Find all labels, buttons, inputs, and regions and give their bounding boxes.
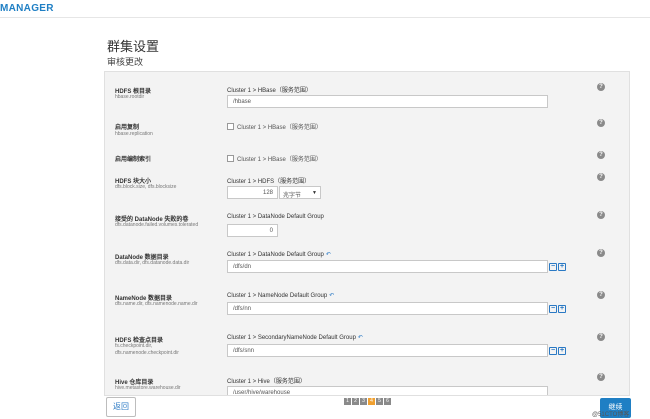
setting-row-blocksize: HDFS 块大小 dfs.block.size, dfs.blocksize C… (105, 170, 629, 206)
step-4[interactable]: 4 (368, 398, 375, 405)
help-icon[interactable]: ? (597, 333, 605, 341)
remove-icon[interactable]: − (549, 347, 557, 355)
setting-row-failed-volumes: 接受的 DataNode 失败的卷 dfs.datanode.failed.vo… (105, 208, 629, 244)
brand-logo[interactable]: MANAGER (0, 3, 54, 14)
top-bar: MANAGER (0, 0, 650, 18)
checkpoint-dir-input[interactable]: /dfs/snn (227, 344, 548, 357)
step-5[interactable]: 5 (376, 398, 383, 405)
datanode-dir-input[interactable]: /dfs/dn (227, 260, 548, 273)
setting-label: 启用复制 (115, 125, 140, 131)
setting-row-indexing: 启用编制索引 Cluster 1 > HBase（服务范围） ? (105, 148, 629, 168)
namenode-dir-input[interactable]: /dfs/nn (227, 302, 548, 315)
step-3[interactable]: 3 (360, 398, 367, 405)
undo-icon[interactable]: ↶ (358, 335, 363, 341)
back-button[interactable]: 返回 (106, 397, 136, 417)
setting-row-namenode-dir: NameNode 数据目录 dfs.name.dir, dfs.namenode… (105, 288, 629, 330)
dir-controls: − + (549, 263, 566, 272)
setting-row-hive-warehouse: Hive 仓库目录 hive.metastore.warehouse.dir C… (105, 372, 629, 395)
chevron-down-icon: ▼ (312, 190, 317, 196)
setting-scope: Cluster 1 > DataNode Default Group (227, 214, 324, 220)
help-icon[interactable]: ? (597, 119, 605, 127)
setting-scope: Cluster 1 > NameNode Default Group ↶ (227, 293, 335, 299)
blocksize-unit-select[interactable]: 兆字节 ▼ (279, 186, 321, 199)
help-icon[interactable]: ? (597, 373, 605, 381)
blocksize-input[interactable]: 128 (227, 186, 278, 199)
setting-scope: Cluster 1 > DataNode Default Group ↶ (227, 252, 331, 258)
step-pager: 1 2 3 4 5 6 (344, 398, 391, 405)
setting-key: dfs.block.size, dfs.blocksize (115, 184, 177, 190)
help-icon[interactable]: ? (597, 151, 605, 159)
setting-key-2: dfs.namenode.checkpoint.dir (115, 350, 179, 356)
help-icon[interactable]: ? (597, 291, 605, 299)
add-icon[interactable]: + (558, 263, 566, 271)
help-icon[interactable]: ? (597, 173, 605, 181)
unit-value: 兆字节 (283, 193, 302, 199)
setting-scope: Cluster 1 > HDFS（服务范围） (227, 179, 311, 185)
watermark: @51CTO博客 (592, 412, 630, 418)
setting-label: 启用编制索引 (115, 157, 152, 163)
setting-key: dfs.name.dir, dfs.namenode.name.dir (115, 301, 198, 307)
settings-panel: HDFS 根目录 hbase.rootdir Cluster 1 > HBase… (104, 71, 630, 396)
hive-warehouse-input[interactable]: /user/hive/warehouse (227, 386, 548, 395)
step-2[interactable]: 2 (352, 398, 359, 405)
page-subtitle: 审核更改 (107, 57, 144, 67)
dir-controls: − + (549, 347, 566, 356)
help-icon[interactable]: ? (597, 249, 605, 257)
setting-scope: Cluster 1 > HBase（服务范围） (237, 125, 322, 131)
setting-key: fs.checkpoint.dir, (115, 343, 153, 349)
undo-icon[interactable]: ↶ (326, 252, 331, 258)
remove-icon[interactable]: − (549, 263, 557, 271)
page-title: 群集设置 (107, 39, 160, 54)
setting-key: dfs.data.dir, dfs.datanode.data.dir (115, 260, 190, 266)
add-icon[interactable]: + (558, 305, 566, 313)
setting-row-hbase-rootdir: HDFS 根目录 hbase.rootdir Cluster 1 > HBase… (105, 72, 629, 108)
indexing-checkbox[interactable] (227, 155, 234, 162)
help-icon[interactable]: ? (597, 83, 605, 91)
setting-scope: Cluster 1 > HBase（服务范围） (227, 88, 312, 94)
setting-key: hbase.rootdir (115, 94, 145, 100)
setting-key: hbase.replication (115, 131, 153, 137)
setting-scope: Cluster 1 > SecondaryNameNode Default Gr… (227, 335, 363, 341)
step-1[interactable]: 1 (344, 398, 351, 405)
step-6[interactable]: 6 (384, 398, 391, 405)
undo-icon[interactable]: ↶ (329, 293, 334, 299)
setting-row-datanode-dir: DataNode 数据目录 dfs.data.dir, dfs.datanode… (105, 246, 629, 288)
replication-checkbox[interactable] (227, 123, 234, 130)
dir-controls: − + (549, 305, 566, 314)
help-icon[interactable]: ? (597, 211, 605, 219)
setting-scope: Cluster 1 > HBase（服务范围） (237, 157, 322, 163)
remove-icon[interactable]: − (549, 305, 557, 313)
hbase-rootdir-input[interactable]: /hbase (227, 95, 548, 108)
failed-volumes-input[interactable]: 0 (227, 224, 278, 237)
setting-key: dfs.datanode.failed.volumes.tolerated (115, 222, 199, 228)
setting-scope: Cluster 1 > Hive（服务范围） (227, 379, 306, 385)
setting-row-checkpoint-dir: HDFS 检查点目录 fs.checkpoint.dir, dfs.nameno… (105, 330, 629, 372)
setting-key: hive.metastore.warehouse.dir (115, 385, 181, 391)
setting-row-replication: 启用复制 hbase.replication Cluster 1 > HBase… (105, 116, 629, 142)
add-icon[interactable]: + (558, 347, 566, 355)
